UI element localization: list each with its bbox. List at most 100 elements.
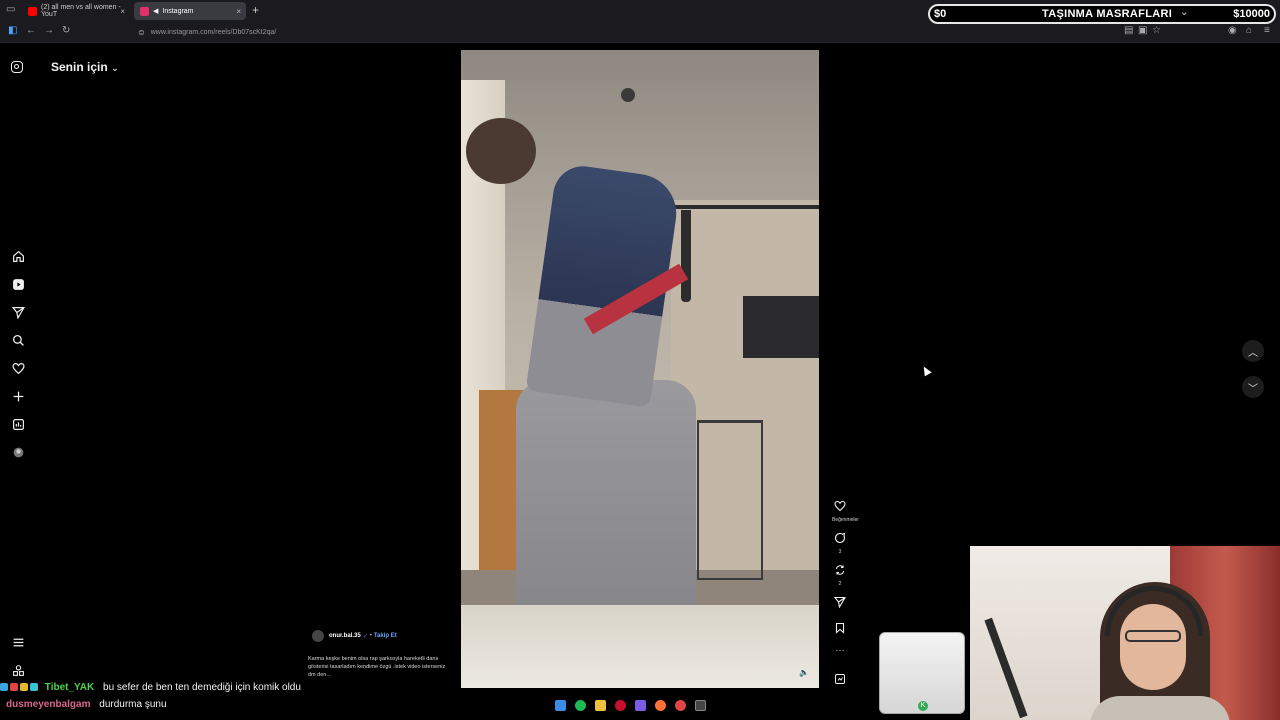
profile-icon[interactable] <box>11 445 25 459</box>
author-username[interactable]: onur.bal.35 <box>329 633 361 639</box>
send-icon[interactable] <box>11 305 25 319</box>
feed-selector[interactable]: Senin için ⌄ <box>51 60 119 74</box>
tab-instagram[interactable]: ◀ Instagram × <box>134 2 246 20</box>
webcam-feed <box>970 546 1280 720</box>
close-icon[interactable]: × <box>120 7 125 16</box>
webcam-body <box>1090 696 1230 720</box>
chevron-down-icon: ﹀ <box>1248 383 1258 395</box>
audio-thumbnail[interactable] <box>832 672 848 690</box>
chat-text: bu sefer de ben ten demediği için komik … <box>103 682 301 693</box>
bookmark-icon <box>835 622 845 634</box>
video-tv <box>743 296 819 358</box>
url-text: www.instagram.com/reels/Db07scKt2qa/ <box>150 28 277 36</box>
avatar[interactable] <box>312 630 324 642</box>
cup-overlay: K <box>879 632 965 714</box>
repost-button[interactable]: 2 <box>832 563 848 588</box>
reader-icon[interactable]: ▤ <box>1124 25 1133 36</box>
also-from-meta-icon[interactable] <box>11 663 25 677</box>
chevron-down-icon: ⌄ <box>1180 7 1189 18</box>
comment-button[interactable]: 3 <box>832 531 848 556</box>
more-menu-icon[interactable] <box>11 635 25 649</box>
video-umbrella <box>681 210 691 302</box>
chat-message: dusmeyenbalgam durdurma şunu <box>6 699 167 710</box>
extensions-icon[interactable]: ⌂ <box>1246 25 1252 36</box>
site-info-icon[interactable]: ⊜ <box>138 28 145 37</box>
share-button[interactable] <box>832 595 848 613</box>
create-icon[interactable] <box>11 389 25 403</box>
dashboard-icon[interactable] <box>11 417 25 431</box>
badge-icon <box>0 683 8 692</box>
terminal-icon[interactable] <box>695 700 706 711</box>
search-icon[interactable] <box>11 333 25 347</box>
home-icon[interactable] <box>11 249 25 263</box>
like-button[interactable]: Beğenmeler <box>832 499 859 524</box>
separator-dot: • <box>369 633 372 639</box>
heart-icon <box>834 500 846 512</box>
menu-icon[interactable]: ≡ <box>1264 25 1270 36</box>
opera-icon[interactable] <box>615 700 626 711</box>
discord-icon[interactable] <box>635 700 646 711</box>
chevron-up-icon: ︿ <box>1248 347 1258 359</box>
donation-current: $0 <box>934 8 947 20</box>
repost-count: 2 <box>838 581 842 587</box>
donation-title: TAŞINMA MASRAFLARI <box>1042 8 1173 20</box>
chat-badges <box>0 683 38 692</box>
badge-icon <box>20 683 28 692</box>
kick-logo-icon: K <box>918 701 928 711</box>
youtube-favicon-icon <box>28 6 37 16</box>
feed-selector-label: Senin için <box>51 60 108 74</box>
bookmark-star-icon[interactable]: ☆ <box>1152 25 1161 36</box>
donation-goal: $10000 <box>1233 8 1270 20</box>
reel-author: onur.bal.35 ✓ • Takip Et <box>312 630 397 642</box>
chat-message: Tibet_YAK bu sefer de ben ten demediği i… <box>0 682 301 693</box>
comment-icon <box>834 532 846 544</box>
file-explorer-icon[interactable] <box>595 700 606 711</box>
send-icon <box>833 596 846 609</box>
sidebar-toggle-icon[interactable]: ◧ <box>8 25 17 36</box>
back-icon[interactable]: ← <box>26 25 36 36</box>
firefox-icon[interactable] <box>655 700 666 711</box>
volume-icon[interactable]: 🔈 <box>798 667 810 679</box>
more-options-icon[interactable]: ··· <box>832 645 848 655</box>
instagram-favicon-icon <box>140 6 149 16</box>
reload-icon[interactable]: ↻ <box>62 25 70 36</box>
next-reel-button[interactable]: ﹀ <box>1242 376 1264 398</box>
account-icon[interactable]: ◉ <box>1228 25 1237 36</box>
badge-icon <box>30 683 38 692</box>
badge-icon <box>10 683 18 692</box>
instagram-logo-icon[interactable] <box>11 61 23 73</box>
save-button[interactable] <box>832 621 848 639</box>
follow-button[interactable]: Takip Et <box>374 633 397 639</box>
reel-caption[interactable]: Karma keşke benim olsa rap şarkısıyla ha… <box>308 655 448 679</box>
browser-toolbar: ◧ ← → ↻ ⊜ www.instagram.com/reels/Db07sc… <box>0 22 1280 43</box>
reel-video[interactable] <box>461 50 819 688</box>
forward-icon[interactable]: → <box>44 25 54 36</box>
close-icon[interactable]: × <box>236 7 241 16</box>
tab-title: Instagram <box>162 7 194 15</box>
repost-icon <box>835 565 845 575</box>
video-rod <box>661 205 819 209</box>
verified-icon: ✓ <box>362 633 368 640</box>
like-label: Beğenmeler <box>832 517 859 523</box>
video-chair <box>697 420 763 580</box>
previous-reel-button[interactable]: ︿ <box>1242 340 1264 362</box>
windows-start-icon[interactable] <box>555 700 566 711</box>
speaker-icon: ◀ <box>153 8 159 15</box>
chat-username: dusmeyenbalgam <box>6 699 91 710</box>
heart-icon[interactable] <box>11 361 25 375</box>
tab-list-icon[interactable]: ▭ <box>6 4 15 15</box>
mouse-cursor-icon <box>920 364 932 377</box>
taskbar <box>555 700 706 711</box>
audio-icon <box>835 674 845 684</box>
address-bar[interactable]: ⊜ www.instagram.com/reels/Db07scKt2qa/ <box>134 25 1034 39</box>
spotify-icon[interactable] <box>575 700 586 711</box>
chrome-icon[interactable] <box>675 700 686 711</box>
pip-icon[interactable]: ▣ <box>1138 25 1147 36</box>
video-person-legs <box>516 380 696 630</box>
new-tab-icon[interactable]: + <box>252 3 259 17</box>
chat-username: Tibet_YAK <box>44 682 95 693</box>
tab-youtube[interactable]: (2) all men vs all women - YouT × <box>22 2 130 20</box>
reels-icon[interactable] <box>11 277 25 291</box>
video-person-head <box>466 118 536 184</box>
chevron-down-icon: ⌄ <box>110 63 120 74</box>
